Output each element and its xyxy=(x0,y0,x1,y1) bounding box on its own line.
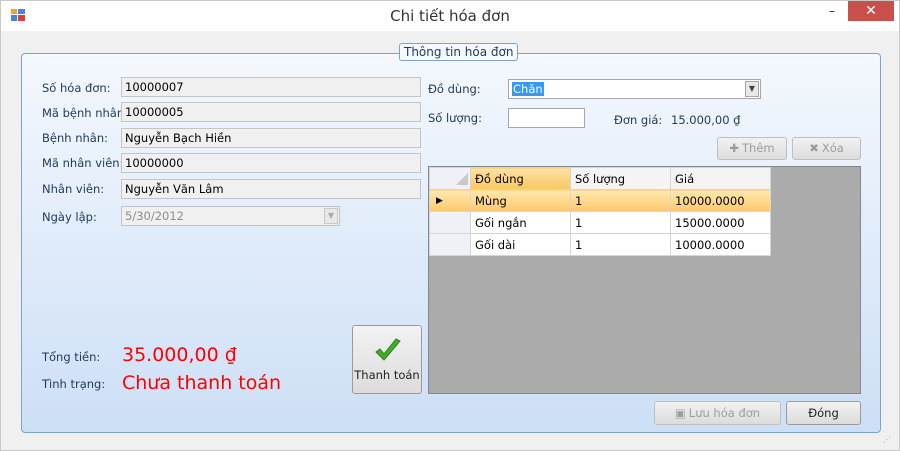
item-combobox[interactable]: Chăn ▼ xyxy=(508,79,761,99)
employee-field[interactable]: Nguyễn Văn Lâm xyxy=(121,179,421,199)
cell-price[interactable]: 10000.0000 xyxy=(670,233,771,256)
status-value: Chưa thanh toán xyxy=(122,372,282,394)
invoice-no-field[interactable]: 10000007 xyxy=(121,77,421,97)
table-row[interactable]: Gối ngắn 1 15000.0000 xyxy=(429,211,771,234)
chevron-down-icon[interactable]: ▼ xyxy=(745,81,759,97)
close-button[interactable]: ✕ xyxy=(848,1,894,21)
row-header[interactable] xyxy=(429,211,471,234)
employee-id-field[interactable]: 10000000 xyxy=(121,153,421,173)
date-value: 5/30/2012 xyxy=(125,209,184,223)
cell-quantity[interactable]: 1 xyxy=(570,233,671,256)
patient-field[interactable]: Nguyễn Bạch Hiền xyxy=(121,128,421,148)
save-invoice-label: Lưu hóa đơn xyxy=(688,406,761,420)
column-header-item[interactable]: Đồ dùng xyxy=(470,167,571,190)
pay-button-label: Thanh toán xyxy=(354,368,420,382)
floppy-disk-icon: ▣ xyxy=(674,406,686,420)
window-title: Chi tiết hóa đơn xyxy=(390,7,510,25)
unit-price-label: Đơn giá: xyxy=(614,113,663,127)
unit-price-value: 15.000,00 ₫ xyxy=(671,113,741,127)
cell-item[interactable]: Gối dài xyxy=(470,233,571,256)
row-header[interactable]: ▶ xyxy=(429,189,471,212)
checkmark-icon xyxy=(375,338,401,361)
total-value: 35.000,00 ₫ xyxy=(122,344,237,366)
save-invoice-button[interactable]: ▣ Lưu hóa đơn xyxy=(654,401,781,425)
total-label: Tổng tiền: xyxy=(42,350,101,364)
invoice-detail-window: Chi tiết hóa đơn – ✕ Thông tin hóa đơn S… xyxy=(0,0,900,451)
patient-label: Bệnh nhân: xyxy=(42,131,108,145)
quantity-input[interactable] xyxy=(508,108,585,128)
item-selected-value: Chăn xyxy=(512,82,544,96)
patient-id-field[interactable]: 10000005 xyxy=(121,102,421,122)
delete-item-button[interactable]: ✖ Xóa xyxy=(792,137,861,160)
items-datagrid[interactable]: Đồ dùng Số lượng Giá ▶ Mùng 1 10000.0000… xyxy=(428,166,861,394)
groupbox-legend: Thông tin hóa đơn xyxy=(399,43,519,61)
table-row[interactable]: Gối dài 1 10000.0000 xyxy=(429,233,771,256)
table-row[interactable]: ▶ Mùng 1 10000.0000 xyxy=(429,189,771,212)
delete-item-label: Xóa xyxy=(821,141,844,155)
item-label: Đồ dùng: xyxy=(428,82,481,96)
close-dialog-button[interactable]: Đóng xyxy=(786,401,861,425)
plus-icon: ✚ xyxy=(729,141,740,155)
resize-grip-icon[interactable]: ⋰ xyxy=(883,435,891,444)
invoice-no-label: Số hóa đơn: xyxy=(42,81,111,95)
cell-price[interactable]: 10000.0000 xyxy=(670,189,771,212)
column-header-quantity[interactable]: Số lượng xyxy=(570,167,671,190)
employee-id-label: Mã nhân viên: xyxy=(42,156,124,170)
quantity-label: Số lượng: xyxy=(428,111,482,125)
current-row-arrow-icon: ▶ xyxy=(436,195,443,206)
date-label: Ngày lập: xyxy=(42,210,97,224)
select-all-icon xyxy=(456,172,468,185)
add-item-button[interactable]: ✚ Thêm xyxy=(717,137,787,160)
pay-button[interactable]: Thanh toán xyxy=(352,325,422,394)
items-table: Đồ dùng Số lượng Giá ▶ Mùng 1 10000.0000… xyxy=(429,167,771,256)
patient-id-label: Mã bệnh nhân: xyxy=(42,106,129,120)
title-bar: Chi tiết hóa đơn – ✕ xyxy=(1,1,899,31)
row-header[interactable] xyxy=(429,233,471,256)
date-picker[interactable]: 5/30/2012 ▼ xyxy=(121,206,340,226)
add-item-label: Thêm xyxy=(742,141,775,155)
cell-quantity[interactable]: 1 xyxy=(570,189,671,212)
cell-item[interactable]: Gối ngắn xyxy=(470,211,571,234)
cell-quantity[interactable]: 1 xyxy=(570,211,671,234)
chevron-down-icon[interactable]: ▼ xyxy=(324,208,338,224)
grid-corner-header[interactable] xyxy=(429,167,471,190)
status-label: Tình trạng: xyxy=(42,377,106,391)
delete-x-icon: ✖ xyxy=(809,141,819,155)
cell-price[interactable]: 15000.0000 xyxy=(670,211,771,234)
cell-item[interactable]: Mùng xyxy=(470,189,571,212)
column-header-price[interactable]: Giá xyxy=(670,167,771,190)
employee-label: Nhân viên: xyxy=(42,182,105,196)
minimize-button[interactable]: – xyxy=(819,1,845,21)
table-header-row: Đồ dùng Số lượng Giá xyxy=(429,167,771,190)
